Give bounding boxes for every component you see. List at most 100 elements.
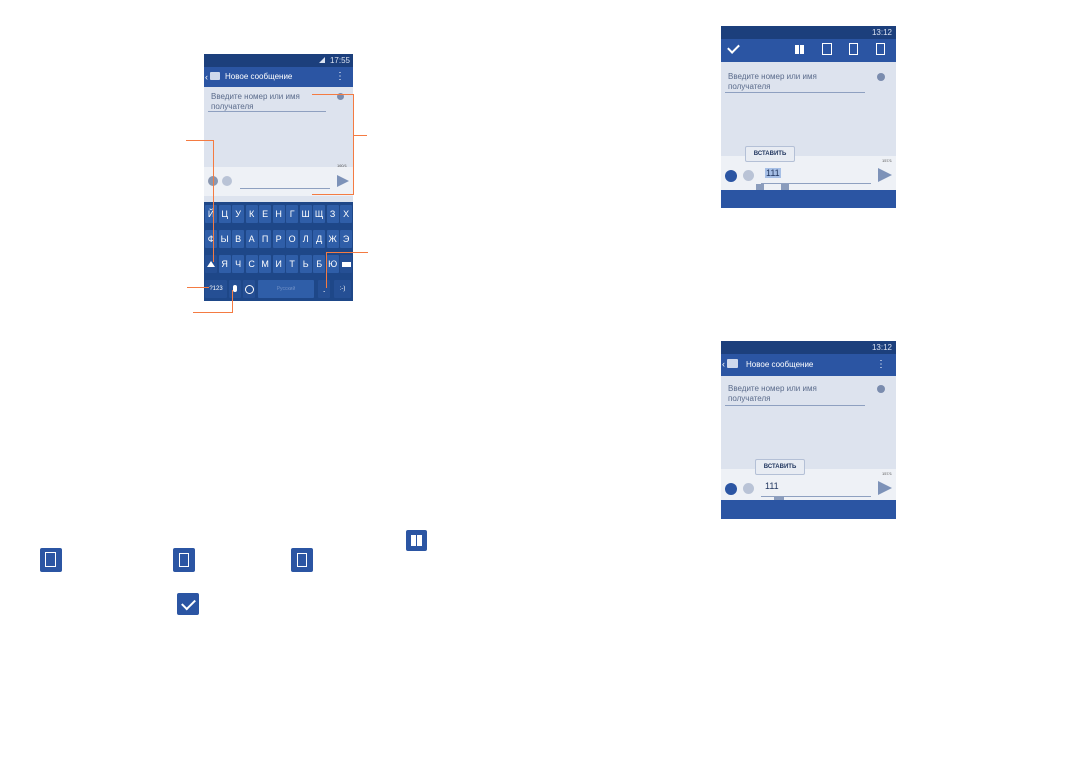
recipient-underline [725, 405, 865, 406]
overflow-menu-icon[interactable]: ⋮ [876, 355, 886, 375]
recipient-placeholder-line2: получателя [728, 394, 771, 403]
cut-icon[interactable] [822, 43, 832, 55]
mic-key[interactable] [229, 280, 242, 298]
message-text[interactable]: 111 [765, 168, 781, 178]
send-icon[interactable] [878, 481, 892, 495]
key-9[interactable]: З [326, 205, 339, 223]
back-icon[interactable]: ‹ [722, 354, 725, 374]
recipient-placeholder-line1: Введите номер или имя [728, 72, 817, 81]
key-6[interactable]: Г [286, 205, 299, 223]
key-8[interactable]: Щ [313, 205, 326, 223]
paste-icon [291, 548, 313, 572]
send-icon[interactable] [878, 168, 892, 182]
recipient-field[interactable]: Введите номер или имя получателя [728, 384, 868, 404]
back-icon[interactable]: ‹ [205, 67, 208, 87]
add-contact-icon[interactable] [877, 73, 885, 81]
compose-bar: ВСТАВИТЬ 157/1 111 [721, 459, 896, 505]
char-counter: 157/1 [881, 158, 892, 163]
key-0[interactable]: Я [218, 255, 231, 273]
key-10[interactable]: Э [340, 230, 353, 248]
paste-icon[interactable] [876, 43, 885, 55]
callout-line [326, 252, 368, 253]
key-0[interactable]: Ф [205, 230, 218, 248]
key-2[interactable]: С [245, 255, 258, 273]
status-bar: 17:55 [204, 54, 353, 67]
key-4[interactable]: П [259, 230, 272, 248]
key-4[interactable]: Е [259, 205, 272, 223]
key-6[interactable]: О [286, 230, 299, 248]
signal-icon [319, 57, 325, 63]
key-2[interactable]: В [232, 230, 245, 248]
paste-button[interactable]: ВСТАВИТЬ [745, 146, 795, 162]
key-9[interactable]: Ж [326, 230, 339, 248]
callout-line [187, 287, 209, 288]
message-app-icon [210, 72, 220, 80]
attach-icon[interactable] [725, 170, 737, 182]
phone-screen-compose-keyboard: 17:55 ‹ Новое сообщение ⋮ Введите номер … [204, 54, 353, 301]
bottom-strip [721, 190, 896, 208]
copy-icon [173, 548, 195, 572]
recipient-underline [208, 111, 326, 112]
message-app-icon [727, 359, 738, 368]
gear-icon [244, 285, 254, 294]
key-0[interactable]: Й [205, 205, 218, 223]
compose-bar: ВСТАВИТЬ 157/1 111 [721, 146, 896, 192]
key-1[interactable]: Ч [232, 255, 245, 273]
callout-line [186, 140, 214, 141]
key-5[interactable]: Р [272, 230, 285, 248]
period-key[interactable]: . [318, 280, 331, 298]
key-5[interactable]: Т [286, 255, 299, 273]
recipient-field[interactable]: Введите номер или имя получателя [211, 92, 331, 112]
emoji-icon[interactable] [222, 176, 232, 186]
key-3[interactable]: К [245, 205, 258, 223]
key-5[interactable]: Н [272, 205, 285, 223]
smiley-key[interactable]: :-) [334, 280, 351, 298]
key-3[interactable]: А [245, 230, 258, 248]
key-4[interactable]: И [272, 255, 285, 273]
key-10[interactable]: Х [340, 205, 353, 223]
recipient-field[interactable]: Введите номер или имя получателя [728, 72, 868, 92]
attach-icon[interactable] [725, 483, 737, 495]
bottom-strip [721, 500, 896, 519]
key-2[interactable]: У [232, 205, 245, 223]
emoji-icon[interactable] [743, 483, 754, 494]
key-1[interactable]: Ц [218, 205, 231, 223]
select-all-icon [406, 530, 427, 551]
emoji-icon[interactable] [743, 170, 754, 181]
done-check-icon[interactable] [727, 41, 740, 54]
key-8[interactable]: Ю [326, 255, 339, 273]
send-icon[interactable] [337, 175, 349, 187]
status-time: 17:55 [329, 56, 350, 65]
space-key[interactable]: Русский [258, 280, 314, 298]
callout-line [353, 94, 354, 195]
action-bar [721, 39, 896, 62]
paste-button[interactable]: ВСТАВИТЬ [755, 459, 805, 475]
shift-key[interactable] [205, 255, 218, 273]
status-bar: 13:12 [721, 341, 896, 354]
char-counter: 157/1 [881, 471, 892, 476]
key-6[interactable]: Ь [299, 255, 312, 273]
key-7[interactable]: Ш [299, 205, 312, 223]
backspace-key[interactable] [340, 255, 353, 273]
key-7[interactable]: Л [299, 230, 312, 248]
phone-screen-text-selection: 13:12 Введите номер или имя получателя В… [721, 26, 896, 208]
overflow-menu-icon[interactable]: ⋮ [335, 67, 345, 87]
message-text[interactable]: 111 [765, 481, 779, 491]
backspace-icon [341, 262, 351, 267]
app-bar: ‹ Новое сообщение ⋮ [204, 67, 353, 87]
callout-line [326, 252, 327, 288]
key-1[interactable]: Ы [218, 230, 231, 248]
add-contact-icon[interactable] [877, 385, 885, 393]
key-8[interactable]: Д [313, 230, 326, 248]
message-input[interactable] [240, 173, 330, 187]
callout-line [213, 140, 214, 262]
copy-icon[interactable] [849, 43, 858, 55]
key-7[interactable]: Б [313, 255, 326, 273]
symbols-key[interactable]: ?123 [205, 280, 227, 298]
key-3[interactable]: М [259, 255, 272, 273]
select-all-icon[interactable] [795, 45, 804, 54]
app-bar: ‹ Новое сообщение ⋮ [721, 354, 896, 376]
recipient-underline [725, 92, 865, 93]
phone-screen-paste: 13:12 ‹ Новое сообщение ⋮ Введите номер … [721, 341, 896, 519]
settings-key[interactable] [243, 280, 256, 298]
